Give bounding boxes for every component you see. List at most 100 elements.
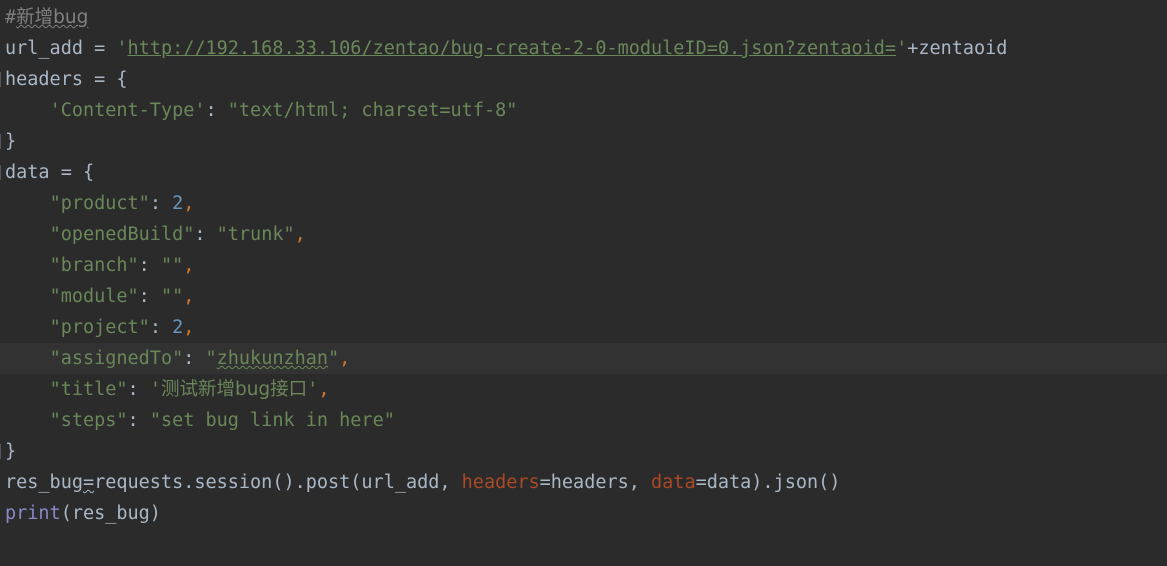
- code-line-17[interactable]: print(res_bug): [0, 498, 1167, 529]
- fold-marker[interactable]: [0, 72, 4, 87]
- code-line-3[interactable]: headers = {: [0, 64, 1167, 95]
- assign-op-warning: =: [82, 472, 95, 493]
- var-res-bug: res_bug: [5, 472, 83, 493]
- code-line-8[interactable]: "openedBuild": "trunk",: [0, 219, 1167, 250]
- data-key: "project": [49, 317, 150, 338]
- colon: :: [149, 317, 173, 338]
- colon: :: [138, 255, 161, 276]
- quote-close: ': [896, 38, 908, 59]
- colon: :: [149, 193, 173, 214]
- colon: :: [205, 100, 228, 121]
- data-value: 测试新增bug接口: [160, 379, 308, 400]
- request-call: res_bug=requests.session().post(url_add,…: [5, 467, 840, 498]
- data-entry: "product": 2,: [5, 188, 195, 219]
- data-entry: "project": 2,: [5, 312, 195, 343]
- data-value: 2: [172, 317, 184, 338]
- data-key: "title": [49, 379, 128, 400]
- comma: ,: [183, 193, 195, 214]
- code-line-15[interactable]: }: [0, 436, 1167, 467]
- url-link[interactable]: http://192.168.33.106/zentao/bug-create-…: [128, 38, 897, 59]
- url-assignment: url_add = 'http://192.168.33.106/zentao/…: [5, 33, 1007, 64]
- comment-hash: #: [5, 7, 17, 28]
- comma: ,: [183, 317, 195, 338]
- data-open: data = {: [5, 162, 95, 183]
- data-value-misspelled: zhukunzhan: [216, 348, 329, 369]
- data-key: "product": [49, 193, 150, 214]
- data-close: }: [5, 441, 17, 462]
- header-entry: 'Content-Type': "text/html; charset=utf-…: [5, 95, 518, 126]
- comment-text: #新增bug: [5, 2, 88, 33]
- data-entry: "branch": "",: [5, 250, 195, 281]
- code-line-13[interactable]: "title": '测试新增bug接口',: [0, 374, 1167, 405]
- data-key: "module": [49, 286, 139, 307]
- fold-marker[interactable]: [0, 444, 4, 459]
- code-line-5[interactable]: }: [0, 126, 1167, 157]
- quote-open: ': [149, 379, 161, 400]
- fold-marker[interactable]: [0, 165, 4, 180]
- data-key: "steps": [49, 410, 128, 431]
- comma: ,: [183, 286, 195, 307]
- colon: :: [127, 379, 150, 400]
- session-post-call: requests.session().post(url_add,: [94, 472, 462, 493]
- fold-marker[interactable]: [0, 134, 4, 149]
- data-entry: "assignedTo": "zhukunzhan",: [5, 343, 351, 374]
- colon: :: [183, 348, 206, 369]
- kwarg-data: data: [651, 472, 696, 493]
- data-value: 2: [172, 193, 184, 214]
- code-editor[interactable]: #新增bug url_add = 'http://192.168.33.106/…: [0, 0, 1167, 566]
- quote-open: ": [205, 348, 217, 369]
- var-url-add: url_add: [5, 38, 83, 59]
- kwarg-data-value: =data).json(): [695, 472, 841, 493]
- data-key: "branch": [49, 255, 139, 276]
- code-line-9[interactable]: "branch": "",: [0, 250, 1167, 281]
- kwarg-headers: headers: [461, 472, 540, 493]
- comma: ,: [339, 348, 351, 369]
- print-args: (res_bug): [60, 503, 161, 524]
- print-call: print(res_bug): [5, 498, 161, 529]
- data-value: "set bug link in here": [149, 410, 395, 431]
- data-key: "openedBuild": [49, 224, 195, 245]
- quote-open: ': [116, 38, 128, 59]
- code-line-2[interactable]: url_add = 'http://192.168.33.106/zentao/…: [0, 33, 1167, 64]
- colon: :: [194, 224, 217, 245]
- data-value: "": [160, 255, 184, 276]
- data-entry: "module": "",: [5, 281, 195, 312]
- data-entry: "steps": "set bug link in here": [5, 405, 395, 436]
- code-line-1[interactable]: #新增bug: [0, 2, 1167, 33]
- code-line-12-current[interactable]: "assignedTo": "zhukunzhan",: [0, 343, 1167, 374]
- code-line-14[interactable]: "steps": "set bug link in here": [0, 405, 1167, 436]
- concat-zentaoid: +zentaoid: [907, 38, 1008, 59]
- comma: ,: [294, 224, 306, 245]
- code-line-10[interactable]: "module": "",: [0, 281, 1167, 312]
- data-entry: "title": '测试新增bug接口',: [5, 374, 330, 405]
- comma: ,: [318, 379, 330, 400]
- builtin-print: print: [5, 503, 61, 524]
- code-line-4[interactable]: 'Content-Type': "text/html; charset=utf-…: [0, 95, 1167, 126]
- headers-open: headers = {: [5, 69, 128, 90]
- code-line-6[interactable]: data = {: [0, 157, 1167, 188]
- header-key: 'Content-Type': [49, 100, 206, 121]
- quote-close: ': [307, 379, 319, 400]
- colon: :: [127, 410, 150, 431]
- comment-body: 新增bug: [16, 7, 89, 28]
- assign-op: =: [82, 38, 117, 59]
- data-key: "assignedTo": [49, 348, 184, 369]
- data-entry: "openedBuild": "trunk",: [5, 219, 306, 250]
- data-value: "trunk": [216, 224, 295, 245]
- header-value: "text/html; charset=utf-8": [227, 100, 518, 121]
- code-line-11[interactable]: "project": 2,: [0, 312, 1167, 343]
- headers-close: }: [5, 131, 17, 152]
- quote-close: ": [328, 348, 340, 369]
- kwarg-headers-value: =headers,: [539, 472, 652, 493]
- code-line-16[interactable]: res_bug=requests.session().post(url_add,…: [0, 467, 1167, 498]
- code-line-7[interactable]: "product": 2,: [0, 188, 1167, 219]
- data-value: "": [160, 286, 184, 307]
